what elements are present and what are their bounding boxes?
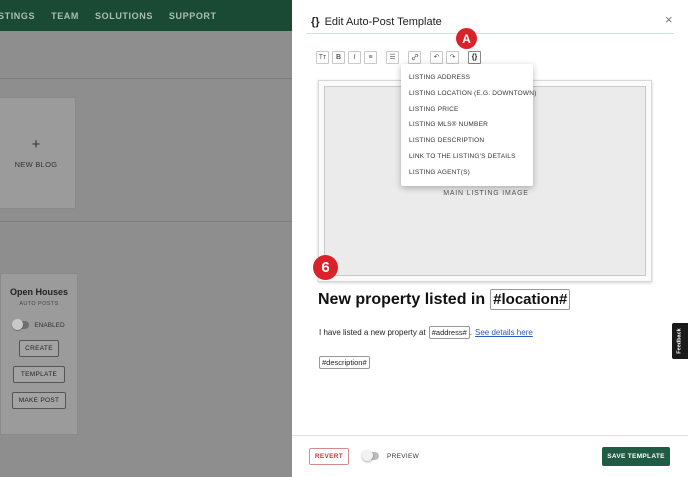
top-nav: STINGS TEAM SOLUTIONS SUPPORT xyxy=(0,0,292,31)
location-tag[interactable]: #location# xyxy=(490,289,571,310)
dropdown-item-listing-agents[interactable]: LISTING AGENT(S) xyxy=(401,165,533,181)
main-image-label: MAIN LISTING IMAGE xyxy=(443,190,529,197)
enabled-label: ENABLED xyxy=(34,321,65,329)
headline-text: New property listed in xyxy=(318,290,486,308)
feedback-label: Feedback xyxy=(677,328,683,354)
address-tag[interactable]: #address# xyxy=(428,326,470,339)
paragraph-separator: . xyxy=(469,328,472,337)
callout-marker-6: 6 xyxy=(313,255,338,280)
close-icon[interactable]: × xyxy=(665,12,673,27)
braces-icon: {} xyxy=(311,16,320,28)
align-icon[interactable]: ≡ xyxy=(364,50,377,64)
divider xyxy=(0,78,292,79)
template-button[interactable]: TEMPLATE xyxy=(13,366,65,383)
see-details-link[interactable]: See details here xyxy=(475,328,533,337)
open-houses-subtitle: AUTO POSTS xyxy=(19,301,59,307)
nav-item-listings[interactable]: STINGS xyxy=(0,11,35,21)
open-houses-title: Open Houses xyxy=(9,287,68,297)
footer-divider xyxy=(292,435,688,436)
redo-icon[interactable]: ↷ xyxy=(446,50,459,64)
bold-icon[interactable]: B xyxy=(332,50,345,64)
preview-toggle-row: PREVIEW xyxy=(362,450,420,461)
save-template-button[interactable]: SAVE TEMPLATE xyxy=(602,447,670,466)
callout-marker-a: A xyxy=(456,28,477,49)
link-icon-glyph xyxy=(411,53,418,61)
title-divider xyxy=(306,33,674,34)
panel-title-text: Edit Auto-Post Template xyxy=(324,16,442,28)
new-blog-label: NEW BLOG xyxy=(14,160,58,169)
enabled-toggle-row: ENABLED xyxy=(12,319,65,330)
dropdown-item-listing-address[interactable]: LISTING ADDRESS xyxy=(401,70,533,86)
variables-dropdown: LISTING ADDRESS LISTING LOCATION (E.G. D… xyxy=(401,64,536,186)
nav-item-team[interactable]: TEAM xyxy=(51,11,79,21)
text-size-icon[interactable]: Tт xyxy=(316,50,329,64)
body-paragraph[interactable]: I have listed a new property at #address… xyxy=(319,326,533,339)
description-tag[interactable]: #description# xyxy=(319,356,370,369)
preview-label: PREVIEW xyxy=(387,452,420,460)
link-icon[interactable] xyxy=(408,50,421,64)
open-houses-card: Open Houses AUTO POSTS ENABLED CREATE TE… xyxy=(0,273,78,435)
new-blog-card[interactable]: + NEW BLOG xyxy=(0,97,76,209)
list-icon[interactable]: ☰ xyxy=(386,50,399,64)
make-post-button[interactable]: MAKE POST xyxy=(12,392,66,409)
headline[interactable]: New property listed in #location# xyxy=(318,289,571,310)
dropdown-item-listing-location[interactable]: LISTING LOCATION (E.G. DOWNTOWN) xyxy=(401,86,536,102)
nav-item-solutions[interactable]: SOLUTIONS xyxy=(95,11,153,21)
dropdown-item-listing-link[interactable]: LINK TO THE LISTING'S DETAILS xyxy=(401,149,533,165)
description-block[interactable]: #description# xyxy=(319,352,370,370)
divider xyxy=(0,221,292,222)
create-button[interactable]: CREATE xyxy=(19,340,59,357)
nav-item-support[interactable]: SUPPORT xyxy=(169,11,217,21)
dropdown-item-listing-mls[interactable]: LISTING MLS® NUMBER xyxy=(401,117,533,133)
edit-template-panel: {} Edit Auto-Post Template × A Tт B I ≡ … xyxy=(292,0,688,477)
plus-icon: + xyxy=(31,136,41,153)
preview-toggle[interactable] xyxy=(362,450,379,461)
dropdown-item-listing-price[interactable]: LISTING PRICE xyxy=(401,102,533,118)
italic-icon[interactable]: I xyxy=(348,50,361,64)
panel-title: {} Edit Auto-Post Template xyxy=(311,16,442,28)
feedback-tab[interactable]: Feedback xyxy=(672,323,688,359)
undo-icon[interactable]: ↶ xyxy=(430,50,443,64)
dropdown-item-listing-description[interactable]: LISTING DESCRIPTION xyxy=(401,133,533,149)
paragraph-text: I have listed a new property at xyxy=(319,328,426,337)
enabled-toggle[interactable] xyxy=(12,319,30,330)
editor-toolbar: Tт B I ≡ ☰ ↶ ↷ {} xyxy=(316,50,484,64)
revert-button[interactable]: REVERT xyxy=(309,448,349,465)
variables-icon[interactable]: {} xyxy=(468,50,481,64)
